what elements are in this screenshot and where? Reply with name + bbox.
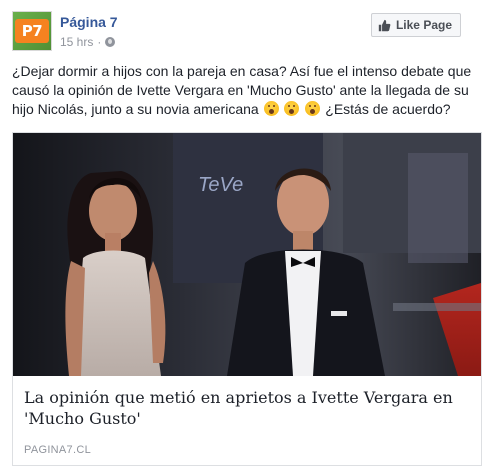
- meta-separator: ·: [97, 35, 102, 49]
- thumbs-up-icon: [378, 19, 391, 31]
- link-preview-image[interactable]: TeVe: [13, 133, 481, 376]
- post-timestamp[interactable]: 15 hrs: [60, 35, 93, 49]
- astonished-face-icon: [305, 101, 321, 116]
- link-domain: PAGINA7.CL: [24, 444, 91, 456]
- page-avatar[interactable]: P7: [12, 11, 52, 51]
- post-header: P7 Página 7 15 hrs · Like Page: [12, 11, 479, 55]
- link-title[interactable]: La opinión que metió en aprietos a Ivett…: [24, 387, 470, 429]
- backdrop-logo: TeVe: [198, 174, 243, 196]
- post-message: ¿Dejar dormir a hijos con la pareja en c…: [12, 62, 482, 119]
- photo-couple-red-carpet: TeVe: [13, 133, 481, 376]
- like-page-label: Like Page: [395, 18, 452, 32]
- post-message-question: ¿Estás de acuerdo?: [325, 101, 451, 117]
- astonished-face-icon: [284, 101, 300, 116]
- post-meta: 15 hrs ·: [60, 35, 116, 49]
- avatar-logo: P7: [15, 19, 49, 43]
- astonished-face-icon: [263, 101, 279, 116]
- globe-icon[interactable]: [105, 37, 116, 47]
- facebook-post: P7 Página 7 15 hrs · Like Page ¿Dejar do…: [0, 0, 491, 467]
- page-name-link[interactable]: Página 7: [60, 14, 118, 30]
- like-page-button[interactable]: Like Page: [370, 13, 461, 37]
- link-preview-card[interactable]: TeVe La opinión que metió en aprietos a …: [12, 132, 482, 466]
